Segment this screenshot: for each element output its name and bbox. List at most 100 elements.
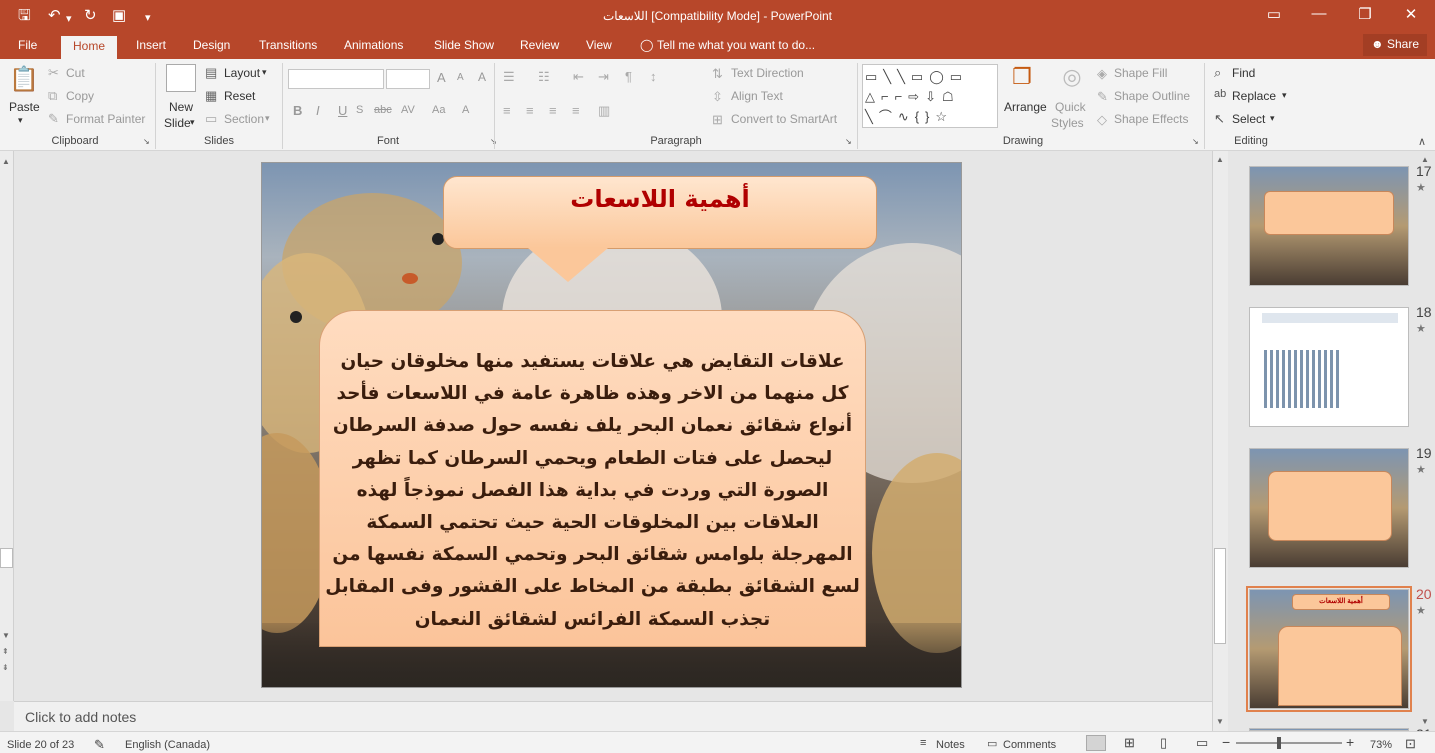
shapes-row-3[interactable]: ╲⌒∿{}☆	[865, 107, 953, 127]
scroll-up-icon[interactable]: ▲	[2, 157, 10, 166]
paste-button[interactable]: Paste	[9, 100, 40, 114]
paste-icon[interactable]: 📋	[9, 65, 39, 95]
comments-button[interactable]: Comments	[1003, 739, 1056, 751]
tab-file[interactable]: File	[18, 38, 37, 52]
grow-font-button[interactable]: A	[437, 70, 446, 85]
line-spacing-icon[interactable]: ↕	[650, 69, 657, 84]
numbering-icon[interactable]: ☷	[538, 69, 550, 85]
quick-styles-icon[interactable]: ◎	[1058, 64, 1086, 92]
new-slide-icon[interactable]	[166, 64, 196, 92]
share-button[interactable]: ☻ Share	[1362, 34, 1427, 56]
zoom-slider[interactable]	[1236, 742, 1342, 744]
shapes-row-2[interactable]: △⌐⌐⇨⇩☖	[865, 87, 960, 107]
bullets-icon[interactable]: ☰	[503, 69, 515, 85]
shape-outline-button[interactable]: Shape Outline	[1114, 89, 1190, 103]
prev-slide-icon[interactable]: ⇞	[2, 647, 9, 656]
new-slide-dropdown-icon[interactable]: ▾	[190, 117, 195, 128]
strikethrough-button[interactable]: abc	[374, 104, 392, 116]
thumbnail-slide-17[interactable]	[1249, 166, 1409, 286]
shrink-font-button[interactable]: A	[457, 72, 464, 83]
italic-button[interactable]: I	[316, 103, 320, 118]
shadow-button[interactable]: S	[356, 104, 363, 116]
slide-counter[interactable]: Slide 20 of 23	[7, 739, 74, 751]
scroll-up-icon[interactable]: ▲	[1216, 155, 1224, 164]
font-name-combo[interactable]	[288, 69, 384, 89]
zoom-out-button[interactable]: −	[1222, 734, 1230, 750]
quick-styles-button-line1[interactable]: Quick	[1055, 100, 1086, 114]
tab-view[interactable]: View	[586, 38, 612, 52]
slide-scroll-thumb[interactable]	[1214, 548, 1226, 644]
select-dropdown-icon[interactable]: ▾	[1270, 113, 1275, 124]
character-spacing-button[interactable]: AV	[401, 104, 415, 116]
slide-body-text[interactable]: علاقات التقايض هي علاقات يستفيد منها مخل…	[324, 346, 861, 636]
new-slide-button-line1[interactable]: New	[169, 100, 193, 114]
convert-smartart-button[interactable]: Convert to SmartArt	[731, 112, 837, 126]
zoom-level[interactable]: 73%	[1370, 739, 1392, 751]
arrange-button[interactable]: Arrange	[1004, 100, 1047, 114]
tab-home[interactable]: Home	[61, 36, 118, 59]
thumbnail-slide-20[interactable]: أهمية اللاسعات	[1249, 589, 1409, 709]
increase-indent-icon[interactable]: ⇥	[598, 69, 609, 85]
reset-button[interactable]: Reset	[224, 89, 255, 103]
align-center-icon[interactable]: ≡	[526, 103, 534, 118]
select-button[interactable]: Select	[1232, 112, 1265, 126]
justify-icon[interactable]: ≡	[572, 103, 580, 118]
tab-design[interactable]: Design	[193, 38, 230, 52]
find-button[interactable]: Find	[1232, 66, 1255, 80]
tab-transitions[interactable]: Transitions	[259, 38, 317, 52]
quick-styles-button-line2[interactable]: Styles	[1051, 116, 1084, 130]
collapse-ribbon-icon[interactable]: ∧	[1418, 135, 1426, 148]
slide-title[interactable]: أهمية اللاسعات	[443, 185, 877, 213]
bold-button[interactable]: B	[293, 103, 302, 118]
dialog-launcher-icon[interactable]: ↘	[845, 137, 852, 146]
slide-sorter-icon[interactable]: ⊞	[1124, 735, 1135, 751]
clear-formatting-button[interactable]: A	[478, 70, 486, 84]
scroll-down-icon[interactable]: ▼	[1216, 717, 1224, 726]
new-slide-button-line2[interactable]: Slide	[164, 116, 191, 130]
fit-to-window-icon[interactable]: ⊡	[1405, 736, 1416, 752]
format-painter-button[interactable]: Format Painter	[66, 112, 145, 126]
thumbnail-slide-19[interactable]	[1249, 448, 1409, 568]
columns-icon[interactable]: ▥	[598, 103, 610, 119]
ribbon-display-icon[interactable]: ▭	[1262, 5, 1286, 23]
section-button[interactable]: Section	[224, 112, 264, 126]
restore-button[interactable]: ❐	[1353, 5, 1377, 23]
tab-insert[interactable]: Insert	[136, 38, 166, 52]
scroll-down-icon[interactable]: ▼	[2, 631, 10, 640]
align-left-icon[interactable]: ≡	[503, 103, 511, 118]
tell-me-box[interactable]: Tell me what you want to do...	[657, 38, 815, 52]
shapes-gallery[interactable]: ▭╲╲▭◯▭ △⌐⌐⇨⇩☖ ╲⌒∿{}☆	[862, 64, 998, 128]
slide-scrollbar[interactable]: ▲ ▼	[1212, 151, 1228, 731]
notes-pane[interactable]: Click to add notes	[14, 701, 1212, 731]
font-color-button[interactable]: A	[462, 104, 469, 116]
align-right-icon[interactable]: ≡	[549, 103, 557, 118]
tab-review[interactable]: Review	[520, 38, 559, 52]
align-text-button[interactable]: Align Text	[731, 89, 783, 103]
paste-dropdown-icon[interactable]: ▾	[18, 115, 23, 126]
notes-placeholder[interactable]: Click to add notes	[25, 709, 136, 725]
copy-button[interactable]: Copy	[66, 89, 94, 103]
zoom-slider-handle[interactable]	[1277, 737, 1281, 749]
cut-button[interactable]: Cut	[66, 66, 85, 80]
scroll-down-icon[interactable]: ▼	[1421, 717, 1429, 726]
left-scroll-thumb[interactable]	[0, 548, 13, 568]
dialog-launcher-icon[interactable]: ↘	[1192, 137, 1199, 146]
zoom-in-button[interactable]: +	[1346, 734, 1354, 750]
slideshow-icon[interactable]: ▭	[1196, 735, 1208, 751]
underline-button[interactable]: U	[338, 103, 347, 118]
decrease-indent-icon[interactable]: ⇤	[573, 69, 584, 85]
tab-animations[interactable]: Animations	[344, 38, 403, 52]
section-dropdown-icon[interactable]: ▾	[265, 113, 270, 124]
notes-button[interactable]: Notes	[936, 739, 965, 751]
font-size-combo[interactable]	[386, 69, 430, 89]
tab-slide-show[interactable]: Slide Show	[434, 38, 494, 52]
shapes-row-1[interactable]: ▭╲╲▭◯▭	[865, 67, 968, 87]
normal-view-button[interactable]	[1086, 735, 1106, 751]
arrange-icon[interactable]: ❐	[1008, 64, 1036, 92]
text-direction-button[interactable]: Text Direction	[731, 66, 804, 80]
change-case-button[interactable]: Aa	[432, 104, 445, 116]
shape-effects-button[interactable]: Shape Effects	[1114, 112, 1189, 126]
thumbnail-slide-18[interactable]	[1249, 307, 1409, 427]
replace-button[interactable]: Replace	[1232, 89, 1276, 103]
ltr-icon[interactable]: ¶	[625, 69, 632, 84]
